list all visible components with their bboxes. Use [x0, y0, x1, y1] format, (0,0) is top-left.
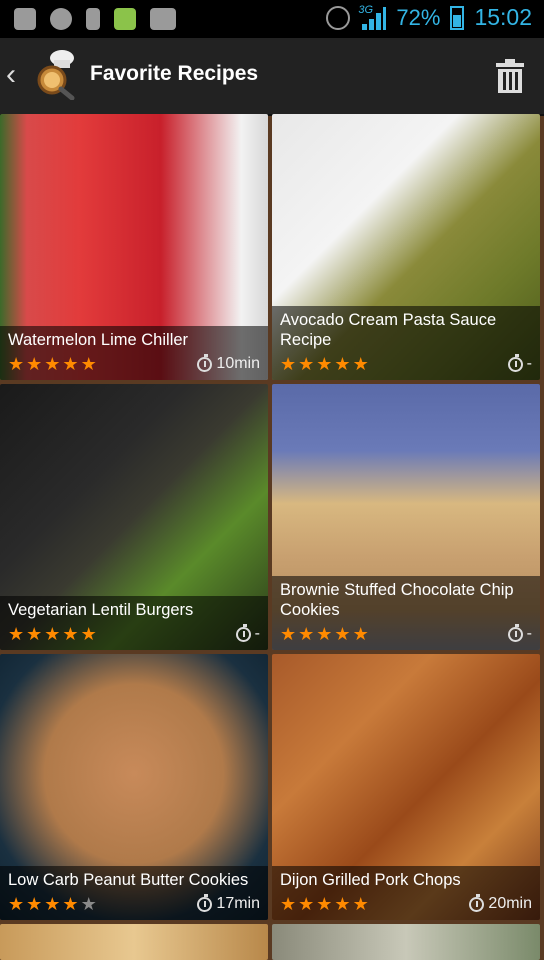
- alarm-icon: [326, 5, 351, 30]
- notification-icons: [14, 8, 176, 30]
- recipe-card[interactable]: Brownie Stuffed Chocolate Chip Cookies ★…: [272, 384, 540, 650]
- star-icon: ★: [8, 354, 25, 374]
- network-type: 3G: [358, 3, 374, 16]
- star-icon: ★: [26, 354, 43, 374]
- star-icon: ★: [298, 354, 315, 374]
- cook-time-value: 20min: [488, 895, 532, 912]
- status-bar: 3G 72% 15:02: [0, 0, 544, 38]
- cook-time: 10min: [197, 353, 260, 373]
- gamepad-icon: [150, 8, 176, 30]
- star-icon: ★: [334, 354, 351, 374]
- star-icon: ★: [280, 624, 297, 644]
- cook-time-value: -: [526, 625, 532, 642]
- cook-time: -: [507, 353, 532, 373]
- recipe-card[interactable]: [0, 924, 268, 960]
- signal-icon: 3G: [358, 3, 387, 30]
- stopwatch-icon: [507, 353, 523, 372]
- star-icon: ★: [80, 894, 97, 914]
- star-icon: ★: [44, 354, 61, 374]
- star-icon: ★: [44, 624, 61, 644]
- rating-stars: ★ ★ ★ ★ ★: [280, 355, 369, 373]
- settings-gear-icon: [50, 8, 72, 30]
- recipe-photo-partial: [272, 924, 540, 960]
- recipe-title: Watermelon Lime Chiller: [8, 331, 189, 349]
- star-icon: ★: [62, 354, 79, 374]
- recipe-card[interactable]: Low Carb Peanut Butter Cookies ★ ★ ★ ★ ★ 17m…: [0, 654, 268, 920]
- star-icon: ★: [80, 354, 97, 374]
- rating-stars: ★ ★ ★ ★ ★: [280, 625, 369, 643]
- chef-magnifier-logo[interactable]: [32, 50, 80, 100]
- star-icon: ★: [26, 894, 43, 914]
- action-bar: ‹ Favorite Recipes: [0, 38, 544, 116]
- star-icon: ★: [8, 894, 25, 914]
- star-icon: ★: [44, 894, 61, 914]
- rating-stars: ★ ★ ★ ★ ★: [8, 895, 97, 913]
- android-icon: [114, 8, 136, 30]
- recipe-card[interactable]: Vegetarian Lentil Burgers ★ ★ ★ ★ ★ -: [0, 384, 268, 650]
- stopwatch-icon: [197, 893, 213, 912]
- star-icon: ★: [80, 624, 97, 644]
- recipe-title: Dijon Grilled Pork Chops: [280, 871, 461, 889]
- star-icon: ★: [352, 894, 369, 914]
- star-icon: ★: [26, 624, 43, 644]
- stopwatch-icon: [507, 623, 523, 642]
- star-icon: ★: [62, 624, 79, 644]
- cook-time: -: [507, 623, 532, 643]
- star-icon: ★: [8, 624, 25, 644]
- recipe-title: Low Carb Peanut Butter Cookies: [8, 871, 249, 889]
- star-icon: ★: [280, 894, 297, 914]
- back-button[interactable]: ‹: [6, 60, 16, 90]
- star-icon: ★: [334, 894, 351, 914]
- rating-stars: ★ ★ ★ ★ ★: [8, 625, 97, 643]
- star-icon: ★: [280, 354, 297, 374]
- cook-time: -: [235, 623, 260, 643]
- star-icon: ★: [352, 624, 369, 644]
- cook-time-value: 17min: [216, 895, 260, 912]
- star-icon: ★: [62, 894, 79, 914]
- recipe-title: Brownie Stuffed Chocolate Chip Cookies: [280, 581, 514, 619]
- star-icon: ★: [298, 624, 315, 644]
- cook-time-value: -: [526, 355, 532, 372]
- usb-icon: [86, 8, 100, 30]
- rating-stars: ★ ★ ★ ★ ★: [280, 895, 369, 913]
- cook-time: 17min: [197, 893, 260, 913]
- recipe-card[interactable]: [272, 924, 540, 960]
- recipe-photo-partial: [0, 924, 268, 960]
- star-icon: ★: [316, 894, 333, 914]
- stopwatch-icon: [235, 623, 251, 642]
- star-icon: ★: [334, 624, 351, 644]
- clock: 15:02: [474, 4, 532, 30]
- battery-icon: [450, 5, 465, 30]
- star-icon: ★: [352, 354, 369, 374]
- cook-time-value: -: [254, 625, 260, 642]
- stopwatch-icon: [469, 893, 485, 912]
- recipe-grid: Watermelon Lime Chiller ★ ★ ★ ★ ★ 10min Avoc…: [0, 114, 544, 960]
- recipe-card[interactable]: Avocado Cream Pasta Sauce Recipe ★ ★ ★ ★ ★ -: [272, 114, 540, 380]
- recipe-card[interactable]: Watermelon Lime Chiller ★ ★ ★ ★ ★ 10min: [0, 114, 268, 380]
- trash-icon[interactable]: [494, 58, 526, 94]
- rating-stars: ★ ★ ★ ★ ★: [8, 355, 97, 373]
- recipe-title: Avocado Cream Pasta Sauce Recipe: [280, 311, 497, 349]
- recipe-title: Vegetarian Lentil Burgers: [8, 601, 194, 619]
- sim-icon: [14, 8, 36, 30]
- page-title: Favorite Recipes: [90, 62, 259, 85]
- cook-time: 20min: [469, 893, 532, 913]
- star-icon: ★: [316, 354, 333, 374]
- battery-percent: 72%: [396, 4, 441, 30]
- star-icon: ★: [316, 624, 333, 644]
- stopwatch-icon: [197, 353, 213, 372]
- recipe-card[interactable]: Dijon Grilled Pork Chops ★ ★ ★ ★ ★ 20min: [272, 654, 540, 920]
- star-icon: ★: [298, 894, 315, 914]
- cook-time-value: 10min: [216, 355, 260, 372]
